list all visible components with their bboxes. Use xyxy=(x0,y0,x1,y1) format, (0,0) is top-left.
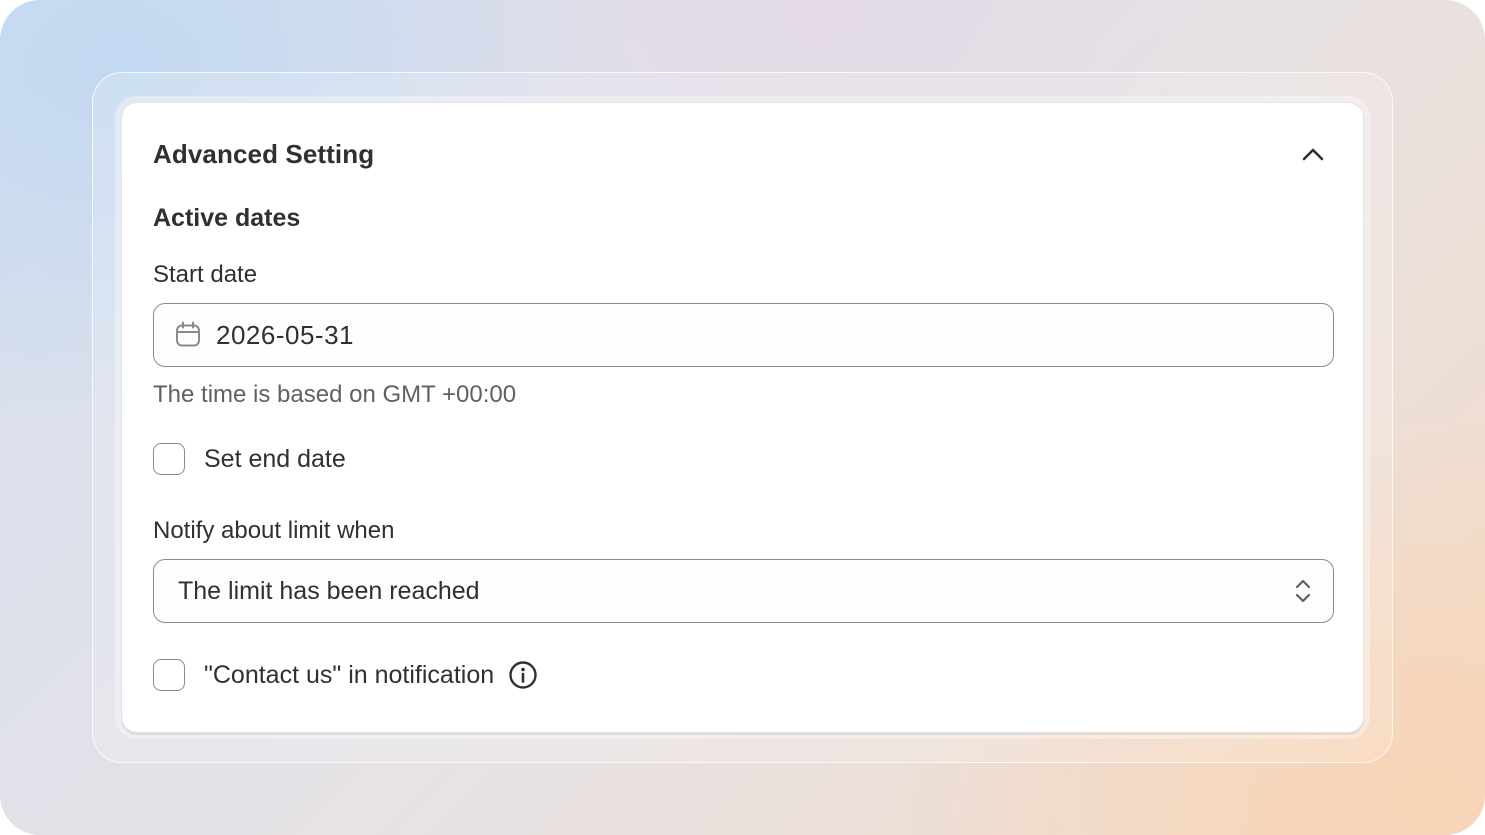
start-date-label: Start date xyxy=(153,261,258,288)
contact-us-checkbox[interactable] xyxy=(153,659,185,691)
start-date-value: 2026-05-31 xyxy=(216,319,354,350)
contact-us-label: "Contact us" in notification xyxy=(204,660,495,689)
notify-limit-label: Notify about limit when xyxy=(153,517,395,544)
set-end-date-checkbox[interactable] xyxy=(153,443,185,475)
notify-limit-select[interactable]: The limit has been reached xyxy=(153,559,1334,623)
set-end-date-option[interactable]: Set end date xyxy=(153,442,346,476)
collapse-button[interactable] xyxy=(1292,137,1334,175)
set-end-date-label: Set end date xyxy=(204,444,346,473)
advanced-setting-card: Advanced Setting Active dates Start date… xyxy=(121,102,1364,733)
select-chevrons-icon xyxy=(1273,577,1333,605)
chevron-up-icon xyxy=(1302,147,1324,166)
notify-limit-selected-value: The limit has been reached xyxy=(178,576,480,605)
active-dates-heading: Active dates xyxy=(153,204,301,232)
info-icon[interactable] xyxy=(508,660,538,690)
calendar-icon xyxy=(174,321,202,349)
contact-us-option[interactable]: "Contact us" in notification xyxy=(153,658,538,692)
panel-title: Advanced Setting xyxy=(153,139,375,169)
start-date-input[interactable]: 2026-05-31 xyxy=(153,303,1334,367)
background-canvas: Advanced Setting Active dates Start date… xyxy=(0,0,1485,835)
timezone-help-text: The time is based on GMT +00:00 xyxy=(153,381,517,408)
